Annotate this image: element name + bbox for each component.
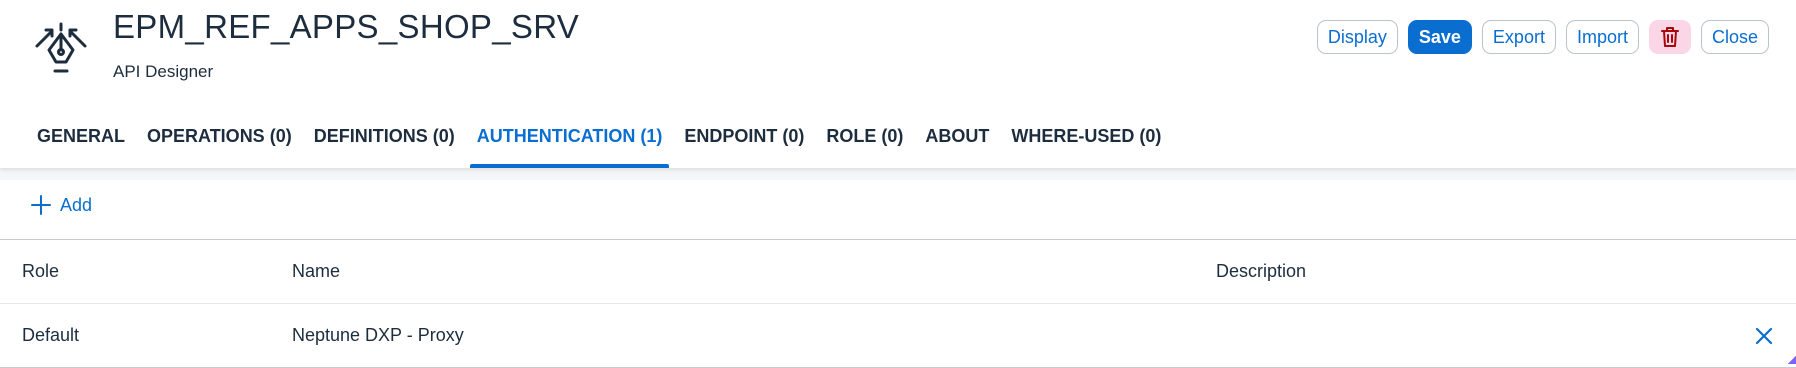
table-toolbar: Add [0, 180, 1796, 240]
api-designer-icon [35, 22, 87, 73]
table-row[interactable]: Default Neptune DXP - Proxy [0, 304, 1796, 368]
section-separator [0, 168, 1796, 180]
tab-authentication[interactable]: AUTHENTICATION (1) [466, 116, 674, 168]
plus-icon [31, 195, 51, 215]
tab-definitions[interactable]: DEFINITIONS (0) [303, 116, 466, 168]
tab-where-used[interactable]: WHERE-USED (0) [1000, 116, 1172, 168]
tab-about[interactable]: ABOUT [914, 116, 1000, 168]
display-button[interactable]: Display [1316, 20, 1398, 54]
close-button[interactable]: Close [1700, 20, 1769, 54]
resize-corner [1788, 356, 1796, 364]
tab-general[interactable]: GENERAL [26, 116, 136, 168]
authentication-table: Role Name Description Default Neptune DX… [0, 240, 1796, 368]
header-actions: Display Save Export Import Close [1316, 20, 1769, 54]
cell-role: Default [22, 325, 80, 345]
trash-icon [1660, 27, 1679, 47]
export-button[interactable]: Export [1481, 20, 1556, 54]
cell-name: Neptune DXP - Proxy [292, 325, 464, 345]
tab-bar: GENERAL OPERATIONS (0) DEFINITIONS (0) A… [26, 116, 1172, 168]
import-button[interactable]: Import [1565, 20, 1639, 54]
tab-operations[interactable]: OPERATIONS (0) [136, 116, 303, 168]
remove-row-icon[interactable] [1752, 324, 1776, 348]
column-header-name: Name [292, 261, 341, 281]
page-title: EPM_REF_APPS_SHOP_SRV [113, 8, 580, 45]
column-header-description: Description [1216, 261, 1307, 281]
tab-role[interactable]: ROLE (0) [815, 116, 914, 168]
save-button[interactable]: Save [1407, 20, 1472, 54]
object-page-header: EPM_REF_APPS_SHOP_SRV API Designer Displ… [0, 0, 1796, 168]
add-button[interactable]: Add [30, 194, 92, 216]
column-header-role: Role [22, 261, 60, 281]
table-header: Role Name Description [0, 240, 1796, 304]
page-subtitle: API Designer [113, 62, 214, 81]
add-button-label: Add [60, 194, 93, 215]
tab-endpoint[interactable]: ENDPOINT (0) [673, 116, 815, 168]
delete-button[interactable] [1648, 20, 1691, 54]
